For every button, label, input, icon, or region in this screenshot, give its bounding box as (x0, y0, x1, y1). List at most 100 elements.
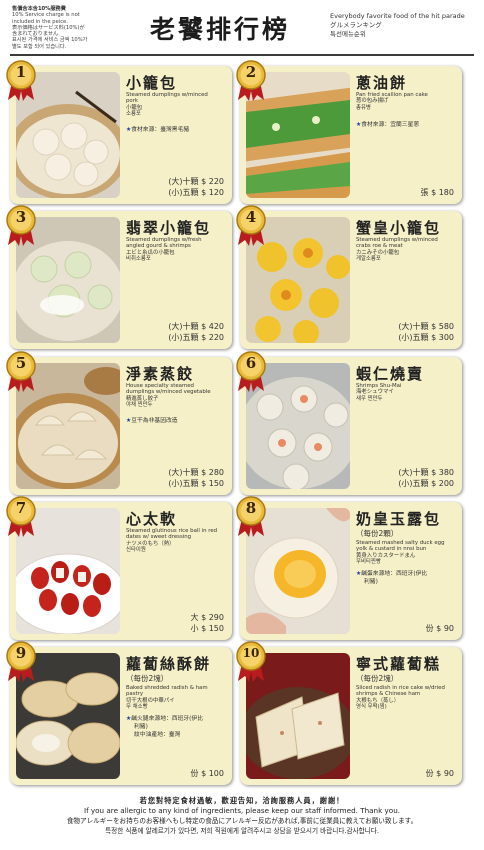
dish-description: Sliced radish in rice cake w/dried shrim… (356, 685, 460, 711)
rank-badge-9: 9 (6, 641, 40, 683)
dish-description: House specialty steamed dumplings w/minc… (126, 383, 230, 409)
menu-header: 售價含本含10%服務費 10% Service charge is not in… (0, 0, 484, 60)
header-divider (10, 54, 474, 56)
dish-description: Steamed dumplings w/minced crabs roe & m… (356, 237, 460, 263)
subtitle-line: 특선메뉴순위 (330, 30, 366, 38)
footer-line: 若您對特定食材過敏，歡迎告知，洽詢服務人員，謝謝！ (139, 796, 345, 805)
rank-badge-5: 5 (6, 351, 40, 393)
rank-badge-8: 8 (236, 496, 270, 538)
rank-number: 9 (15, 644, 27, 662)
footer-line: 食物アレルギーをお持ちのお客様へもし特定の食品にアレルギー反応があれば,事前に従… (66, 817, 418, 825)
desc-line: 신타이원 (126, 547, 146, 554)
rank-badge-6: 6 (236, 351, 270, 393)
desc-line: 무 채소빵 (126, 704, 148, 711)
price-list: 份 $ 90 (426, 768, 454, 779)
origin-line: ★食材來源：宜蘭三星蔥 (356, 122, 420, 128)
price-line: (小)五顆 $ 120 (168, 188, 224, 197)
price-list: (大)十顆 $ 420 (小)五顆 $ 220 (168, 321, 224, 343)
subtitle-line: グルメランキング (330, 21, 382, 29)
price-line: (小)五顆 $ 200 (398, 479, 454, 488)
price-list: 張 $ 180 (421, 187, 454, 198)
menu-card-9[interactable]: 蘿蔔絲酥餅 （每份2塊） Baked shredded radish & ham… (10, 647, 232, 785)
page-subtitle: Everybody favorite food of the hit parad… (330, 12, 480, 39)
dish-description: Steamed glutinous rice ball in red dates… (126, 528, 230, 554)
origin-line: ★鹹蛋來源地：西班牙(伊比 (356, 571, 428, 577)
rank-number: 6 (245, 354, 257, 372)
rank-number: 8 (245, 499, 257, 517)
origin-line: 利豬) (134, 724, 148, 730)
notice-line: 별도 포함 되어 있습니다. (12, 43, 67, 50)
price-list: 大 $ 290 小 $ 150 (191, 612, 224, 634)
dish-name: 蘿蔔絲酥餅 (126, 655, 212, 673)
menu-card-1[interactable]: 小籠包 Steamed dumplings w/minced pork 小籠包 … (10, 66, 232, 204)
ingredient-origin: ★食材來源：宜蘭三星蔥 (356, 121, 460, 129)
ingredient-origin: ★鹹火腿來源地：西班牙(伊比 利豬) 紋中油產地：臺灣 (126, 715, 230, 739)
rank-number: 10 (242, 646, 260, 660)
rank-number: 5 (15, 354, 27, 372)
price-line: (小)五顆 $ 150 (168, 479, 224, 488)
price-line: (小)五顆 $ 220 (168, 333, 224, 342)
price-line: 份 $ 90 (425, 769, 454, 778)
footer-line: If you are allergic to any kind of ingre… (83, 806, 401, 815)
dish-name: 寧式蘿蔔糕 (356, 655, 442, 673)
dish-description: Baked shredded radish & ham pastry 切干大根の… (126, 685, 230, 711)
dish-description: Pan fried scallion pan cake 葱の包み揚げ 총유병 (356, 92, 460, 111)
desc-line: 소룡포 (126, 111, 141, 118)
price-list: 份 $ 100 (191, 768, 224, 779)
price-list: (大)十顆 $ 380 (小)五顆 $ 200 (398, 467, 454, 489)
desc-line: 게알소룡포 (356, 256, 381, 263)
price-line: 份 $ 100 (190, 769, 224, 778)
price-line: 大 $ 290 (190, 613, 224, 622)
origin-line: ★食材來源：臺灣黑毛豬 (126, 127, 190, 133)
dish-name: 翡翠小籠包 (126, 219, 212, 237)
price-line: (大)十顆 $ 420 (168, 322, 224, 331)
rank-number: 2 (245, 63, 257, 81)
rank-badge-3: 3 (6, 205, 40, 247)
rank-badge-10: 10 (236, 641, 270, 683)
desc-line: 새우 찐만두 (356, 395, 383, 402)
footer-line: 특정한 식품에 알레르기가 있다면, 저희 직원에게 알려주시고 상담을 받으시… (105, 827, 379, 835)
price-list: (大)十顆 $ 580 (小)五顆 $ 300 (398, 321, 454, 343)
price-line: (大)十顆 $ 380 (398, 468, 454, 477)
price-line: (大)十顆 $ 220 (168, 177, 224, 186)
ingredient-origin: ★食材來源：臺灣黑毛豬 (126, 126, 230, 134)
ingredient-origin: ★豆干為非基因改造 (126, 417, 230, 425)
rank-badge-1: 1 (6, 60, 40, 102)
dish-name: 小籠包 (126, 74, 178, 92)
rank-number: 4 (245, 208, 257, 226)
price-list: (大)十顆 $ 220 (小)五顆 $ 120 (168, 176, 224, 198)
menu-card-2[interactable]: 蔥油餅 Pan fried scallion pan cake 葱の包み揚げ 총… (240, 66, 462, 204)
menu-card-8[interactable]: 奶皇玉露包 （每份2顆） Steamed mashed salty duck e… (240, 502, 462, 640)
dish-description: Steamed mashed salty duck egg yolk & cus… (356, 540, 460, 566)
desc-line: 비취소룡포 (126, 256, 151, 263)
dish-name: 蝦仁燒賣 (356, 365, 425, 383)
page-title: 老饕排行榜 (150, 15, 291, 44)
subtitle-line: Everybody favorite food of the hit parad… (330, 12, 465, 20)
pieces-note: （每份2塊） (356, 674, 399, 683)
menu-card-6[interactable]: 蝦仁燒賣 Shrimps Shu-Mai 海老シュウマイ 새우 찐만두 (大)十… (240, 357, 462, 495)
price-line: (大)十顆 $ 580 (398, 322, 454, 331)
rank-number: 1 (15, 63, 27, 81)
dish-name: 蔥油餅 (356, 74, 408, 92)
origin-line: 紋中油產地：臺灣 (134, 732, 181, 738)
menu-card-10[interactable]: 寧式蘿蔔糕 （每份2塊） Sliced radish in rice cake … (240, 647, 462, 785)
rank-badge-7: 7 (6, 496, 40, 538)
menu-card-4[interactable]: 蟹皇小籠包 Steamed dumplings w/minced crabs r… (240, 211, 462, 349)
desc-line: 영식 무떡(찜) (356, 704, 387, 711)
dish-name: 淨素蒸餃 (126, 365, 195, 383)
price-line: (小)五顆 $ 300 (398, 333, 454, 342)
rank-badge-2: 2 (236, 60, 270, 102)
menu-card-5[interactable]: 淨素蒸餃 House specialty steamed dumplings w… (10, 357, 232, 495)
dish-name: 奶皇玉露包 (356, 510, 442, 528)
dish-description: Steamed dumplings w/minced pork 小籠包 소룡포 (126, 92, 230, 118)
origin-line: 利豬) (364, 579, 378, 585)
dish-description: Steamed dumplings w/fresh angled gourd &… (126, 237, 230, 263)
menu-card-7[interactable]: 心太軟 Steamed glutinous rice ball in red d… (10, 502, 232, 640)
rank-number: 3 (15, 208, 27, 226)
desc-line: 총유병 (356, 104, 371, 111)
rank-badge-4: 4 (236, 205, 270, 247)
dish-description: Shrimps Shu-Mai 海老シュウマイ 새우 찐만두 (356, 383, 460, 402)
price-list: 份 $ 90 (426, 623, 454, 634)
price-list: (大)十顆 $ 280 (小)五顆 $ 150 (168, 467, 224, 489)
menu-card-3[interactable]: 翡翠小籠包 Steamed dumplings w/fresh angled g… (10, 211, 232, 349)
